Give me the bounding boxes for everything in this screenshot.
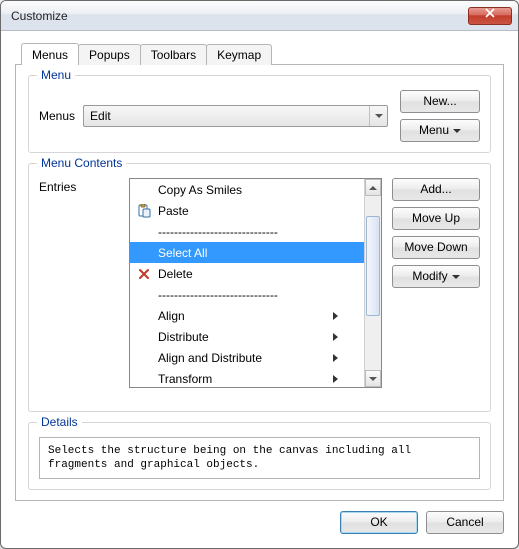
button-label: Modify — [412, 269, 447, 283]
scroll-up-button[interactable] — [365, 179, 381, 196]
spacer-icon — [136, 350, 152, 366]
details-group: Details Selects the structure being on t… — [28, 422, 491, 490]
spacer-icon — [136, 245, 152, 261]
list-item-label: Paste — [158, 204, 358, 218]
details-legend: Details — [37, 415, 82, 429]
contents-legend: Menu Contents — [37, 156, 126, 170]
new-button[interactable]: New... — [400, 90, 480, 113]
chevron-down-icon — [369, 106, 387, 126]
chevron-down-icon — [369, 377, 377, 381]
entries-listbox[interactable]: Copy As Smiles Paste ---------------------… — [129, 178, 382, 388]
chevron-down-icon — [453, 129, 461, 133]
list-item-label: Transform — [158, 372, 327, 386]
list-item-label: Select All — [158, 246, 358, 260]
list-item-label: Align and Distribute — [158, 351, 327, 365]
list-item-label: Distribute — [158, 330, 327, 344]
submenu-arrow-icon — [333, 354, 338, 362]
menus-combo[interactable]: Edit — [83, 105, 388, 127]
add-button[interactable]: Add... — [392, 178, 480, 201]
ok-button[interactable]: OK — [340, 511, 418, 534]
vertical-scrollbar[interactable] — [364, 179, 381, 387]
tab-toolbars[interactable]: Toolbars — [140, 44, 207, 65]
button-label: Add... — [420, 182, 451, 196]
list-item-label: Align — [158, 309, 327, 323]
list-item[interactable]: Delete — [130, 263, 364, 284]
dialog-body: Menus Popups Toolbars Keymap Menu Menus … — [1, 31, 518, 548]
list-item[interactable]: Copy As Smiles — [130, 179, 364, 200]
chevron-up-icon — [369, 186, 377, 190]
spacer-icon — [136, 224, 152, 240]
submenu-arrow-icon — [333, 312, 338, 320]
button-label: Move Down — [404, 240, 467, 254]
tab-menus[interactable]: Menus — [21, 43, 79, 65]
list-item[interactable]: ------------------------------ — [130, 284, 364, 305]
close-button[interactable] — [468, 7, 512, 25]
window-title: Customize — [11, 9, 468, 23]
list-item[interactable]: Align — [130, 305, 364, 326]
scroll-thumb[interactable] — [366, 216, 380, 316]
spacer-icon — [136, 329, 152, 345]
submenu-arrow-icon — [333, 375, 338, 383]
contents-group: Menu Contents Entries Copy As SmilesPast… — [28, 163, 491, 412]
entries-label: Entries — [39, 178, 119, 388]
list-item-label: ------------------------------ — [158, 225, 358, 239]
menus-label: Menus — [39, 109, 75, 123]
button-label: Cancel — [446, 515, 483, 529]
chevron-down-icon — [452, 275, 460, 279]
menu-legend: Menu — [37, 68, 75, 82]
spacer-icon — [136, 182, 152, 198]
button-label: Menu — [419, 123, 449, 137]
spacer-icon — [136, 371, 152, 387]
list-item[interactable]: Distribute — [130, 326, 364, 347]
tab-popups[interactable]: Popups — [78, 44, 141, 65]
list-item-label: ------------------------------ — [158, 288, 358, 302]
customize-dialog: Customize Menus Popups Toolbars Keymap M… — [0, 0, 519, 549]
menus-combo-value: Edit — [90, 109, 111, 123]
tab-label: Popups — [89, 48, 130, 62]
tab-strip: Menus Popups Toolbars Keymap — [15, 41, 504, 65]
list-item-label: Copy As Smiles — [158, 183, 358, 197]
close-icon — [485, 8, 495, 18]
tab-label: Menus — [32, 48, 68, 62]
dialog-footer: OK Cancel — [15, 501, 504, 534]
submenu-arrow-icon — [333, 333, 338, 341]
spacer-icon — [136, 308, 152, 324]
list-item[interactable]: Transform — [130, 368, 364, 387]
scroll-down-button[interactable] — [365, 370, 381, 387]
paste-icon — [136, 203, 152, 219]
button-label: Move Up — [412, 211, 460, 225]
entries-buttons: Add... Move Up Move Down Modify — [392, 178, 480, 388]
button-label: New... — [423, 94, 456, 108]
details-text: Selects the structure being on the canva… — [39, 437, 480, 479]
titlebar: Customize — [1, 1, 518, 31]
tab-label: Keymap — [217, 48, 261, 62]
list-item[interactable]: Align and Distribute — [130, 347, 364, 368]
cancel-button[interactable]: Cancel — [426, 511, 504, 534]
list-item[interactable]: Paste — [130, 200, 364, 221]
list-item-label: Delete — [158, 267, 358, 281]
scroll-track[interactable] — [365, 196, 381, 370]
list-item[interactable]: ------------------------------ — [130, 221, 364, 242]
tab-keymap[interactable]: Keymap — [206, 44, 272, 65]
modify-dropdown-button[interactable]: Modify — [392, 265, 480, 288]
button-label: OK — [370, 515, 387, 529]
list-item[interactable]: Select All — [130, 242, 364, 263]
delete-icon — [136, 266, 152, 282]
move-down-button[interactable]: Move Down — [392, 236, 480, 259]
menu-group: Menu Menus Edit New... — [28, 75, 491, 153]
move-up-button[interactable]: Move Up — [392, 207, 480, 230]
tab-label: Toolbars — [151, 48, 196, 62]
tab-panel: Menu Menus Edit New... — [15, 65, 504, 501]
spacer-icon — [136, 287, 152, 303]
menu-dropdown-button[interactable]: Menu — [400, 119, 480, 142]
